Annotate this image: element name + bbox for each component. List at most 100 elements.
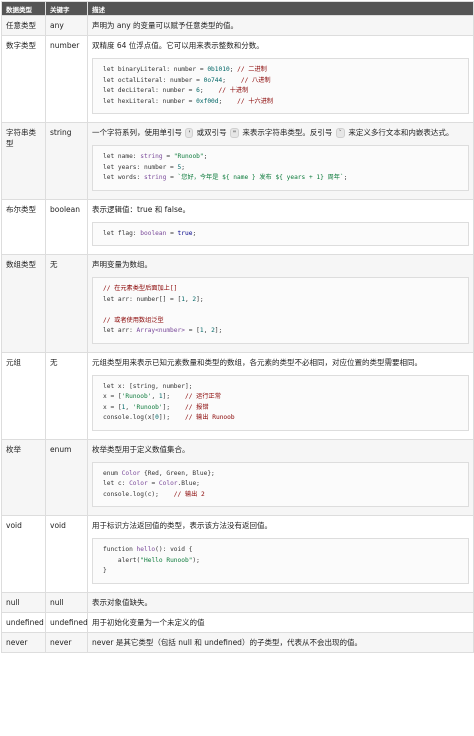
code-block: let name: string = "Runoob"; let years: n… bbox=[92, 145, 469, 191]
code-token: // 输出 2 bbox=[173, 490, 205, 498]
description-cell: 一个字符系列，使用单引号 ' 或双引号 " 来表示字符串类型。反引号 ` 来定义… bbox=[87, 122, 474, 200]
code-token: let name: bbox=[103, 153, 141, 160]
description-cell: 用于初始化变量为一个未定义的值 bbox=[87, 611, 474, 633]
code-token: = bbox=[147, 480, 159, 487]
header-data-type: 数据类型 bbox=[1, 1, 46, 16]
header-keyword: 关键字 bbox=[45, 1, 88, 16]
quote-mark-chip: " bbox=[229, 128, 239, 138]
description-cell: 枚举类型用于定义数值集合。 enum Color {Red, Green, Blu… bbox=[87, 438, 474, 516]
code-token: let x: [string, number]; bbox=[103, 382, 193, 390]
keyword-cell: undefined bbox=[45, 611, 88, 633]
table-body: 任意类型 any 声明为 any 的变量可以赋予任意类型的值。 数字类型 number 双… bbox=[1, 15, 474, 653]
code-token: ]; bbox=[162, 403, 185, 411]
code-token: = bbox=[166, 229, 178, 237]
quote-mark-chip: ' bbox=[185, 128, 194, 138]
code-token: x = [ bbox=[103, 393, 122, 400]
code-line: alert("Hello Runoob"); bbox=[103, 556, 458, 567]
code-token: x = [ bbox=[103, 403, 122, 411]
code-line: x = [1, 'Runoob']; // 报错 bbox=[103, 403, 458, 414]
code-token: ; bbox=[343, 174, 348, 181]
code-token: ; bbox=[181, 163, 185, 171]
code-block: let flag: boolean = true; bbox=[92, 221, 469, 246]
code-line: enum Color {Red, Green, Blue}; bbox=[103, 469, 458, 480]
code-line: let arr: Array<number> = [1, 2]; bbox=[103, 326, 458, 337]
data-type-cell: void bbox=[1, 515, 46, 593]
code-line: } bbox=[103, 566, 458, 577]
description-text: 表示对象值缺失。 bbox=[92, 597, 152, 607]
quote-mark-chip: ` bbox=[335, 128, 345, 138]
description-text: 一个字符系列，使用单引号 ' 或双引号 " 来表示字符串类型。反引号 ` 来定义… bbox=[92, 127, 469, 138]
code-token: let years: number = bbox=[103, 163, 178, 171]
code-token: // 报错 bbox=[185, 403, 209, 411]
code-token: , bbox=[125, 403, 133, 411]
table-row: 枚举 enum 枚举类型用于定义数值集合。 enum Color {Red, Gree… bbox=[1, 438, 474, 516]
keyword-cell: string bbox=[45, 122, 88, 200]
code-line: let c: Color = Color.Blue; bbox=[103, 479, 458, 490]
code-token: = bbox=[166, 174, 178, 181]
table-header-row: 数据类型 关键字 描述 bbox=[1, 1, 474, 16]
code-token: console.log(x[ bbox=[103, 414, 156, 421]
code-token: // 十六进制 bbox=[237, 97, 274, 105]
code-token: ; bbox=[218, 97, 238, 105]
code-token: function bbox=[103, 546, 137, 553]
code-token: ; bbox=[222, 76, 241, 84]
code-token: // 在元素类型后面加上[] bbox=[103, 285, 178, 292]
code-token: , bbox=[203, 327, 212, 334]
table-row: 数字类型 number 双精度 64 位浮点值。它可以用来表示整数和分数。 let b… bbox=[1, 35, 474, 123]
code-token: ; bbox=[199, 87, 219, 94]
code-token: console.log(c); bbox=[103, 490, 174, 498]
code-token: 0o744 bbox=[203, 76, 223, 84]
keyword-cell: number bbox=[45, 35, 88, 123]
description-cell: 声明变量为数组。 // 在元素类型后面加上[] let arr: number[] … bbox=[87, 254, 474, 353]
description-fragment: 一个字符系列，使用单引号 bbox=[92, 128, 185, 137]
code-token: // 或者使用数组泛型 bbox=[103, 316, 164, 324]
code-token: enum bbox=[103, 469, 122, 477]
keyword-cell: void bbox=[45, 515, 88, 593]
code-block: function hello(): void { alert("Hello Ru… bbox=[92, 538, 469, 584]
data-type-cell: undefined bbox=[1, 611, 46, 633]
code-token: ]); bbox=[158, 414, 185, 421]
code-token: .Blue; bbox=[177, 480, 200, 487]
table-row: 元组无元组类型用来表示已知元素数量和类型的数组，各元素的类型不必相同，对应位置的… bbox=[1, 351, 474, 440]
code-token: "Runoob" bbox=[173, 153, 204, 160]
table-row: null null 表示对象值缺失。 bbox=[1, 591, 474, 613]
code-line: let flag: boolean = true; bbox=[103, 229, 458, 240]
code-token: let arr: bbox=[103, 327, 137, 334]
description-cell: 表示对象值缺失。 bbox=[87, 591, 474, 613]
code-block: // 在元素类型后面加上[] let arr: number[] = [1, 2]… bbox=[92, 277, 469, 344]
code-token: ]; bbox=[196, 295, 204, 303]
code-line: x = ['Runoob', 1]; // 运行正常 bbox=[103, 392, 458, 403]
code-token: // 八进制 bbox=[240, 76, 271, 84]
description-fragment: 来表示字符串类型。反引号 bbox=[239, 128, 335, 137]
keyword-cell: 无 bbox=[45, 254, 88, 353]
code-token: Array<number> bbox=[136, 327, 185, 334]
description-text: 双精度 64 位浮点值。它可以用来表示整数和分数。 bbox=[92, 41, 264, 50]
code-token: } bbox=[103, 567, 107, 574]
data-type-cell: 数组类型 bbox=[1, 254, 46, 353]
code-token: "Hello Runoob" bbox=[140, 556, 193, 564]
description-fragment: 或双引号 bbox=[194, 128, 229, 137]
code-token: 0xf00d bbox=[196, 97, 219, 105]
table-row: 任意类型 any 声明为 any 的变量可以赋予任意类型的值。 bbox=[1, 15, 474, 36]
code-token: hello bbox=[136, 546, 156, 553]
code-line: console.log(x[0]); // 输出 Runoob bbox=[103, 413, 458, 424]
description-cell: 用于标识方法返回值的类型，表示该方法没有返回值。 function hello()… bbox=[87, 515, 474, 593]
description-cell: 双精度 64 位浮点值。它可以用来表示整数和分数。 let binaryLiter… bbox=[87, 35, 474, 123]
code-token: `您好，今年是 ${ name } 发布 ${ years + 1} 周年` bbox=[177, 174, 344, 181]
description-cell: 表示逻辑值：true 和 false。 let flag: boolean = t… bbox=[87, 198, 474, 255]
description-cell: 元组类型用来表示已知元素数量和类型的数组，各元素的类型不必相同，对应位置的类型需… bbox=[87, 351, 474, 440]
code-token: // 输出 Runoob bbox=[184, 414, 235, 421]
code-token: Color bbox=[158, 480, 178, 487]
code-line: // 或者使用数组泛型 bbox=[103, 316, 458, 327]
code-token: ); bbox=[192, 556, 200, 564]
description-cell: 声明为 any 的变量可以赋予任意类型的值。 bbox=[87, 15, 474, 36]
keyword-cell: enum bbox=[45, 438, 88, 516]
description-text: 表示逻辑值：true 和 false。 bbox=[92, 204, 191, 214]
code-line: let binaryLiteral: number = 0b1010; // 二… bbox=[103, 65, 458, 76]
code-token: = bbox=[162, 153, 174, 160]
keyword-cell: boolean bbox=[45, 198, 88, 255]
code-token: 0b1010 bbox=[207, 66, 230, 73]
code-token: let octalLiteral: number = bbox=[103, 76, 204, 84]
code-token: let c: bbox=[103, 480, 130, 487]
